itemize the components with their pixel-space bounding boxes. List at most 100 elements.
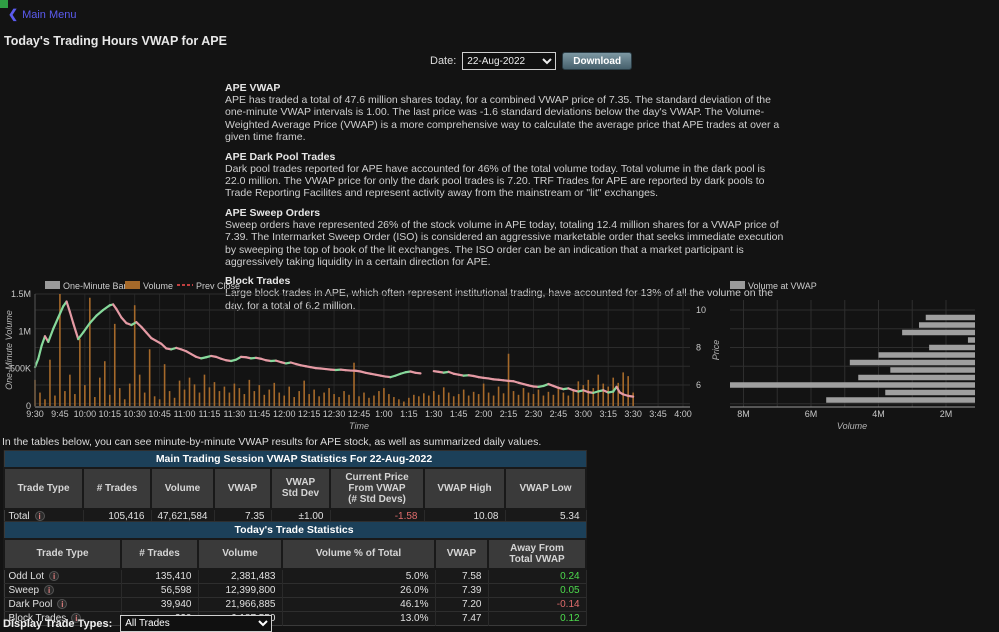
x-tick-label: 9:45 xyxy=(51,409,69,419)
volume-bar xyxy=(583,385,585,406)
volume-bar xyxy=(164,364,166,406)
one-minute-bar-segment xyxy=(70,312,73,323)
tables-intro-text: In the tables below, you can see minute-… xyxy=(2,436,541,448)
right-y-tick: 10 xyxy=(696,305,706,315)
volume-bar xyxy=(343,391,345,406)
legend-one-minute-bar-swatch xyxy=(45,281,60,289)
x-tick-label: 12:45 xyxy=(348,409,371,419)
volume-bar xyxy=(169,391,171,406)
back-link[interactable]: ❮Main Menu xyxy=(8,7,76,21)
volume-bar xyxy=(488,393,490,406)
volume-bar xyxy=(54,396,56,406)
x-tick-label: 2:45 xyxy=(550,409,568,419)
one-minute-bar-segment xyxy=(48,329,53,342)
trade-table-title: Today's Trade Statistics xyxy=(4,522,586,539)
volume-bar xyxy=(79,339,81,406)
section-body-sweep: Sweep orders have represented 26% of the… xyxy=(225,219,785,269)
x-tick-label: 10:45 xyxy=(148,409,171,419)
x-tick-label: 2M xyxy=(940,409,953,419)
section-heading-vwap: APE VWAP xyxy=(225,82,785,94)
table-row-odd-lot: Odd Loti 135,410 2,381,483 5.0% 7.58 0.2… xyxy=(4,569,586,584)
vwap-volume-bar xyxy=(826,397,975,403)
one-minute-bar-segment xyxy=(141,327,146,333)
vwap-volume-bar xyxy=(885,390,975,396)
cell-away: 0.24 xyxy=(488,569,586,584)
x-tick-label: 1:30 xyxy=(425,409,443,419)
cell-away: 0.05 xyxy=(488,583,586,597)
vwap-volume-bar xyxy=(902,330,975,336)
vwap-volume-bar xyxy=(850,360,975,366)
volume-bar xyxy=(403,402,405,406)
right-chart-y-axis-title: Price xyxy=(711,340,721,361)
trade-type-select[interactable]: All Trades xyxy=(120,615,272,632)
volume-bar xyxy=(154,396,156,406)
volume-bar xyxy=(568,396,570,406)
display-trade-types-label: Display Trade Types: xyxy=(3,618,112,630)
row-label: Dark Pool xyxy=(9,599,53,610)
volume-bar xyxy=(229,393,231,406)
volume-bar xyxy=(408,398,410,406)
volume-bar xyxy=(543,396,545,406)
x-axis-title: Volume xyxy=(837,421,867,431)
col-num-trades: # Trades xyxy=(121,539,198,569)
info-icon[interactable]: i xyxy=(35,511,45,521)
volume-bar xyxy=(278,393,280,406)
info-icon[interactable]: i xyxy=(57,599,67,609)
volume-bar xyxy=(358,396,360,406)
volume-bar xyxy=(607,387,609,406)
download-button[interactable]: Download xyxy=(562,52,632,70)
col-vwap-low: VWAP Low xyxy=(505,468,586,509)
vwap-volume-bar xyxy=(879,352,976,358)
cell-away: 0.12 xyxy=(488,611,586,625)
one-minute-bar-segment xyxy=(90,316,97,324)
volume-bar xyxy=(622,372,624,406)
volume-bar xyxy=(493,396,495,406)
vwap-volume-bar xyxy=(890,367,975,373)
volume-bar xyxy=(538,390,540,406)
info-icon[interactable]: i xyxy=(44,585,54,595)
volume-bar xyxy=(109,395,111,406)
favicon-square xyxy=(0,0,8,8)
volume-bar xyxy=(458,394,460,406)
x-tick-label: 10:15 xyxy=(99,409,122,419)
volume-bar xyxy=(139,375,141,406)
x-tick-label: 12:15 xyxy=(298,409,321,419)
cell-num-trades: 39,940 xyxy=(121,597,198,611)
one-minute-bar-segment xyxy=(103,305,110,310)
cell-vwap: 7.20 xyxy=(435,597,488,611)
section-heading-darkpool: APE Dark Pool Trades xyxy=(225,151,785,163)
one-minute-bar-segment xyxy=(146,333,151,339)
date-select[interactable]: 22-Aug-2022 xyxy=(462,52,556,70)
volume-bar xyxy=(632,393,634,406)
volume-bar xyxy=(602,384,604,406)
one-minute-bar-segment xyxy=(628,396,633,397)
volume-bar xyxy=(114,324,116,406)
trade-table-header-row: Trade Type # Trades Volume Volume % of T… xyxy=(4,539,586,569)
left-y-tick: 0 xyxy=(26,401,31,411)
volume-bar xyxy=(293,397,295,406)
one-minute-bar-segment xyxy=(53,318,58,329)
legend-volume-swatch xyxy=(125,281,140,289)
volume-bar xyxy=(69,375,71,406)
row-label: Sweep xyxy=(9,585,40,596)
vwap-charts: 9:309:4510:0010:1510:3010:4511:0011:1511… xyxy=(0,278,999,432)
volume-bar xyxy=(204,375,206,406)
volume-bar xyxy=(393,397,395,406)
x-tick-label: 3:00 xyxy=(575,409,593,419)
volume-bar xyxy=(578,381,580,406)
volume-bar xyxy=(89,298,91,406)
volume-bar xyxy=(174,398,176,406)
x-tick-label: 8M xyxy=(737,409,750,419)
cell-vwap: 7.47 xyxy=(435,611,488,625)
back-link-label: Main Menu xyxy=(22,9,76,21)
volume-bar xyxy=(214,382,216,406)
volume-bar xyxy=(592,388,594,406)
x-tick-label: 10:30 xyxy=(123,409,146,419)
volume-bar xyxy=(149,349,151,406)
info-icon[interactable]: i xyxy=(49,571,59,581)
vwap-table-header-row: Trade Type # Trades Volume VWAP VWAP Std… xyxy=(4,468,586,509)
volume-bar xyxy=(348,395,350,406)
col-vwap-std-dev: VWAP Std Dev xyxy=(271,468,330,509)
date-label: Date: xyxy=(430,55,456,67)
cell-vwap: 7.58 xyxy=(435,569,488,584)
